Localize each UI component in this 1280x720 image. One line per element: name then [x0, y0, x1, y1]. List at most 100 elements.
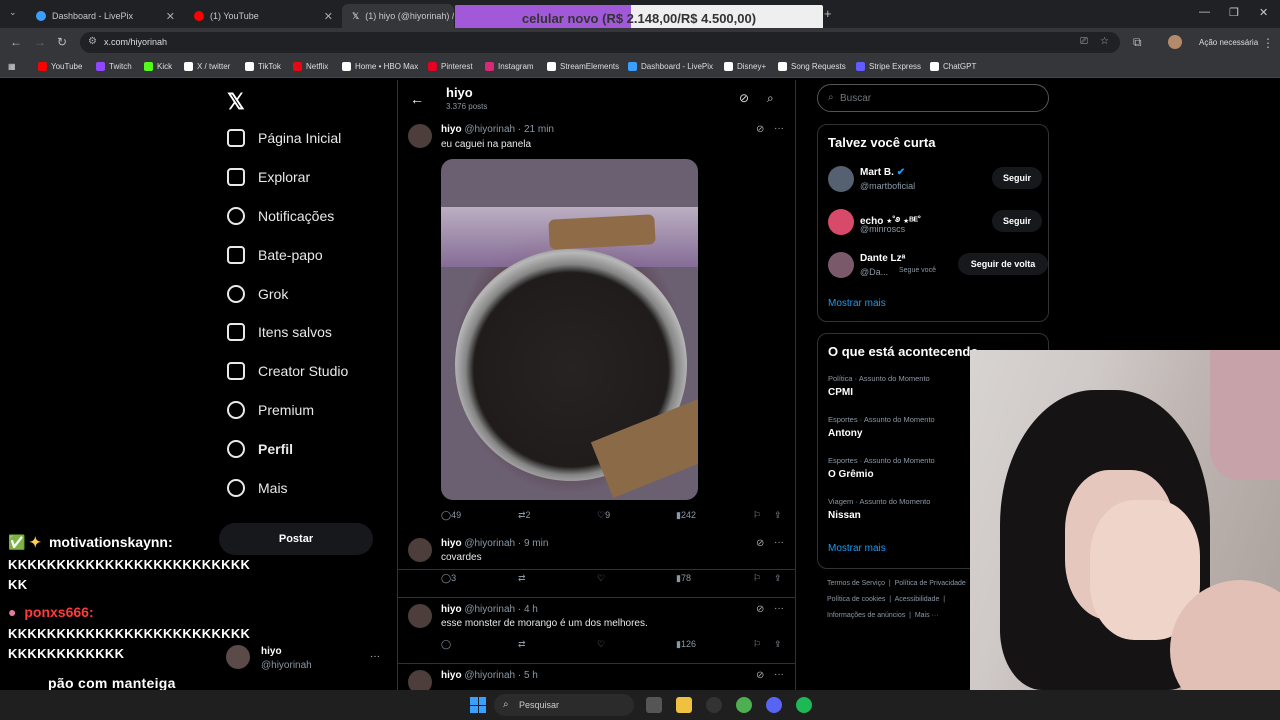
follow-button[interactable]: Seguir	[992, 210, 1042, 232]
tweet-author[interactable]: hiyo	[441, 538, 462, 549]
taskbar-search[interactable]: ⌕ Pesquisar	[494, 694, 634, 716]
views-button[interactable]: ▮ 78	[676, 573, 691, 584]
trend-item[interactable]: Esportes · Assunto do Momento Antony	[828, 415, 935, 439]
tweet-handle[interactable]: @hiyorinah	[464, 538, 515, 549]
apps-icon[interactable]: ▦	[8, 62, 16, 71]
search-input[interactable]: ⌕ Buscar	[817, 84, 1049, 112]
avatar[interactable]	[828, 166, 854, 192]
bookmark-item[interactable]: Disney+	[724, 62, 766, 71]
tweet-time[interactable]: · 4 h	[518, 604, 538, 615]
chrome-icon[interactable]	[736, 697, 752, 713]
avatar[interactable]	[1168, 35, 1182, 49]
tweet-handle[interactable]: @hiyorinah	[464, 124, 515, 135]
user-handle[interactable]: @martboficial	[860, 181, 915, 191]
share-button[interactable]: ⇪	[774, 639, 782, 650]
bookmark-item[interactable]: Dashboard - LivePix	[628, 62, 713, 71]
nav-item[interactable]: Itens salvos	[227, 318, 332, 346]
obs-icon[interactable]	[706, 697, 722, 713]
minimize-icon[interactable]: —	[1199, 6, 1210, 18]
bookmark-item[interactable]: Pinterest	[428, 62, 473, 71]
more-icon[interactable]: ···	[370, 651, 380, 662]
trend-item[interactable]: Esportes · Assunto do Momento O Grêmio	[828, 456, 935, 480]
post-button[interactable]: Postar	[219, 523, 373, 555]
tweet-author[interactable]: hiyo	[441, 124, 462, 135]
tweet-time[interactable]: · 5 h	[518, 670, 538, 681]
avatar[interactable]	[408, 538, 432, 562]
nav-item[interactable]: Creator Studio	[227, 357, 348, 385]
more-icon[interactable]: ···	[774, 603, 784, 614]
avatar[interactable]	[828, 252, 854, 278]
bookmark-item[interactable]: Stripe Express	[856, 62, 921, 71]
discord-icon[interactable]	[766, 697, 782, 713]
windows-start-icon[interactable]	[470, 697, 486, 713]
suggested-user[interactable]: echo ⋆˚࿔ ⋆ᴮᴱ˚ @minroscs Seguir	[828, 207, 1042, 237]
tweet[interactable]: hiyo @hiyorinah · 21 min ⊘ ··· eu caguei…	[398, 118, 795, 570]
trend-name[interactable]: CPMI	[828, 387, 930, 398]
follow-back-button[interactable]: Seguir de volta	[958, 253, 1048, 275]
tweet-author[interactable]: hiyo	[441, 604, 462, 615]
footer-link-accessibility[interactable]: Acessibilidade	[895, 596, 940, 603]
close-icon[interactable]: ✕	[324, 10, 333, 23]
reload-icon[interactable]: ↻	[57, 35, 67, 49]
nav-item[interactable]: Página Inicial	[227, 124, 341, 152]
install-app-icon[interactable]: ⎚	[1080, 36, 1088, 47]
bookmark-button[interactable]: ⚐	[753, 573, 761, 584]
grok-icon[interactable]: ⊘	[756, 670, 764, 681]
views-button[interactable]: ▮ 126	[676, 639, 696, 650]
bookmark-item[interactable]: YouTube	[38, 62, 82, 71]
avatar[interactable]	[408, 604, 432, 628]
suggested-user[interactable]: Dante Lzᵃ @Da... Segue você Seguir de vo…	[828, 250, 1048, 280]
tweet[interactable]: hiyo @hiyorinah · 4 h ⊘ ··· esse monster…	[398, 598, 795, 664]
tweet[interactable]: hiyo @hiyorinah · 9 min ⊘ ··· covardes ◯…	[398, 532, 795, 598]
url-text[interactable]: x.com/hiyorinah	[104, 37, 167, 47]
footer-link-more[interactable]: Mais ···	[915, 612, 939, 619]
tab-livepix[interactable]: Dashboard - LivePix ✕	[26, 4, 181, 28]
like-button[interactable]: ♡	[597, 573, 605, 584]
new-tab-button[interactable]: +	[824, 6, 832, 21]
trend-name[interactable]: Antony	[828, 428, 935, 439]
tweet-time[interactable]: · 9 min	[518, 538, 549, 549]
search-icon[interactable]: ⌕	[767, 91, 774, 106]
nav-item[interactable]: Bate-papo	[227, 241, 323, 269]
trend-item[interactable]: Política · Assunto do Momento CPMI	[828, 374, 930, 398]
follow-button[interactable]: Seguir	[992, 167, 1042, 189]
trend-name[interactable]: O Grêmio	[828, 469, 935, 480]
grok-icon[interactable]: ⊘	[756, 604, 764, 615]
avatar[interactable]	[408, 124, 432, 148]
close-icon[interactable]: ✕	[166, 10, 175, 23]
task-view-icon[interactable]	[646, 697, 662, 713]
like-button[interactable]: ♡ 9	[597, 510, 610, 521]
bookmark-button[interactable]: ⚐	[753, 510, 761, 521]
account-status[interactable]: Ação necessária	[1199, 38, 1258, 47]
extensions-icon[interactable]: ⧉	[1133, 35, 1142, 50]
bookmark-item[interactable]: StreamElements	[547, 62, 619, 71]
grok-icon[interactable]: ⊘	[756, 124, 764, 135]
avatar[interactable]	[408, 670, 432, 690]
tweet[interactable]: hiyo @hiyorinah · 5 h ⊘ ···	[398, 664, 795, 690]
file-explorer-icon[interactable]	[676, 697, 692, 713]
more-icon[interactable]: ···	[774, 123, 784, 134]
tweet-author[interactable]: hiyo	[441, 670, 462, 681]
address-bar[interactable]: ⚙ x.com/hiyorinah ⎚ ☆	[80, 32, 1120, 53]
nav-item[interactable]: Explorar	[227, 163, 310, 191]
back-icon[interactable]: ←	[10, 35, 22, 49]
bookmark-item[interactable]: Kick	[144, 62, 172, 71]
bookmark-item[interactable]: Song Requests	[778, 62, 846, 71]
nav-item[interactable]: Grok	[227, 280, 288, 308]
site-info-icon[interactable]: ⚙	[88, 36, 97, 47]
show-more-link[interactable]: Mostrar mais	[828, 543, 886, 554]
repost-button[interactable]: ⇄	[518, 573, 526, 584]
nav-item[interactable]: Mais	[227, 474, 288, 502]
grok-icon[interactable]: ⊘	[739, 91, 749, 105]
tab-youtube[interactable]: (1) YouTube ✕	[184, 4, 339, 28]
forward-icon[interactable]: →	[34, 35, 46, 49]
user-handle[interactable]: @minroscs	[860, 224, 905, 234]
views-button[interactable]: ▮ 242	[676, 510, 696, 521]
user-name[interactable]: Dante Lzᵃ	[860, 253, 905, 264]
nav-item[interactable]: Notificações	[227, 202, 334, 230]
tweet-handle[interactable]: @hiyorinah	[464, 670, 515, 681]
close-window-icon[interactable]: ✕	[1259, 6, 1268, 19]
trend-item[interactable]: Viagem · Assunto do Momento Nissan	[828, 497, 930, 521]
tab-x-profile[interactable]: 𝕏 (1) hiyo (@hiyorinah) / X	[342, 4, 454, 28]
trend-name[interactable]: Nissan	[828, 510, 930, 521]
